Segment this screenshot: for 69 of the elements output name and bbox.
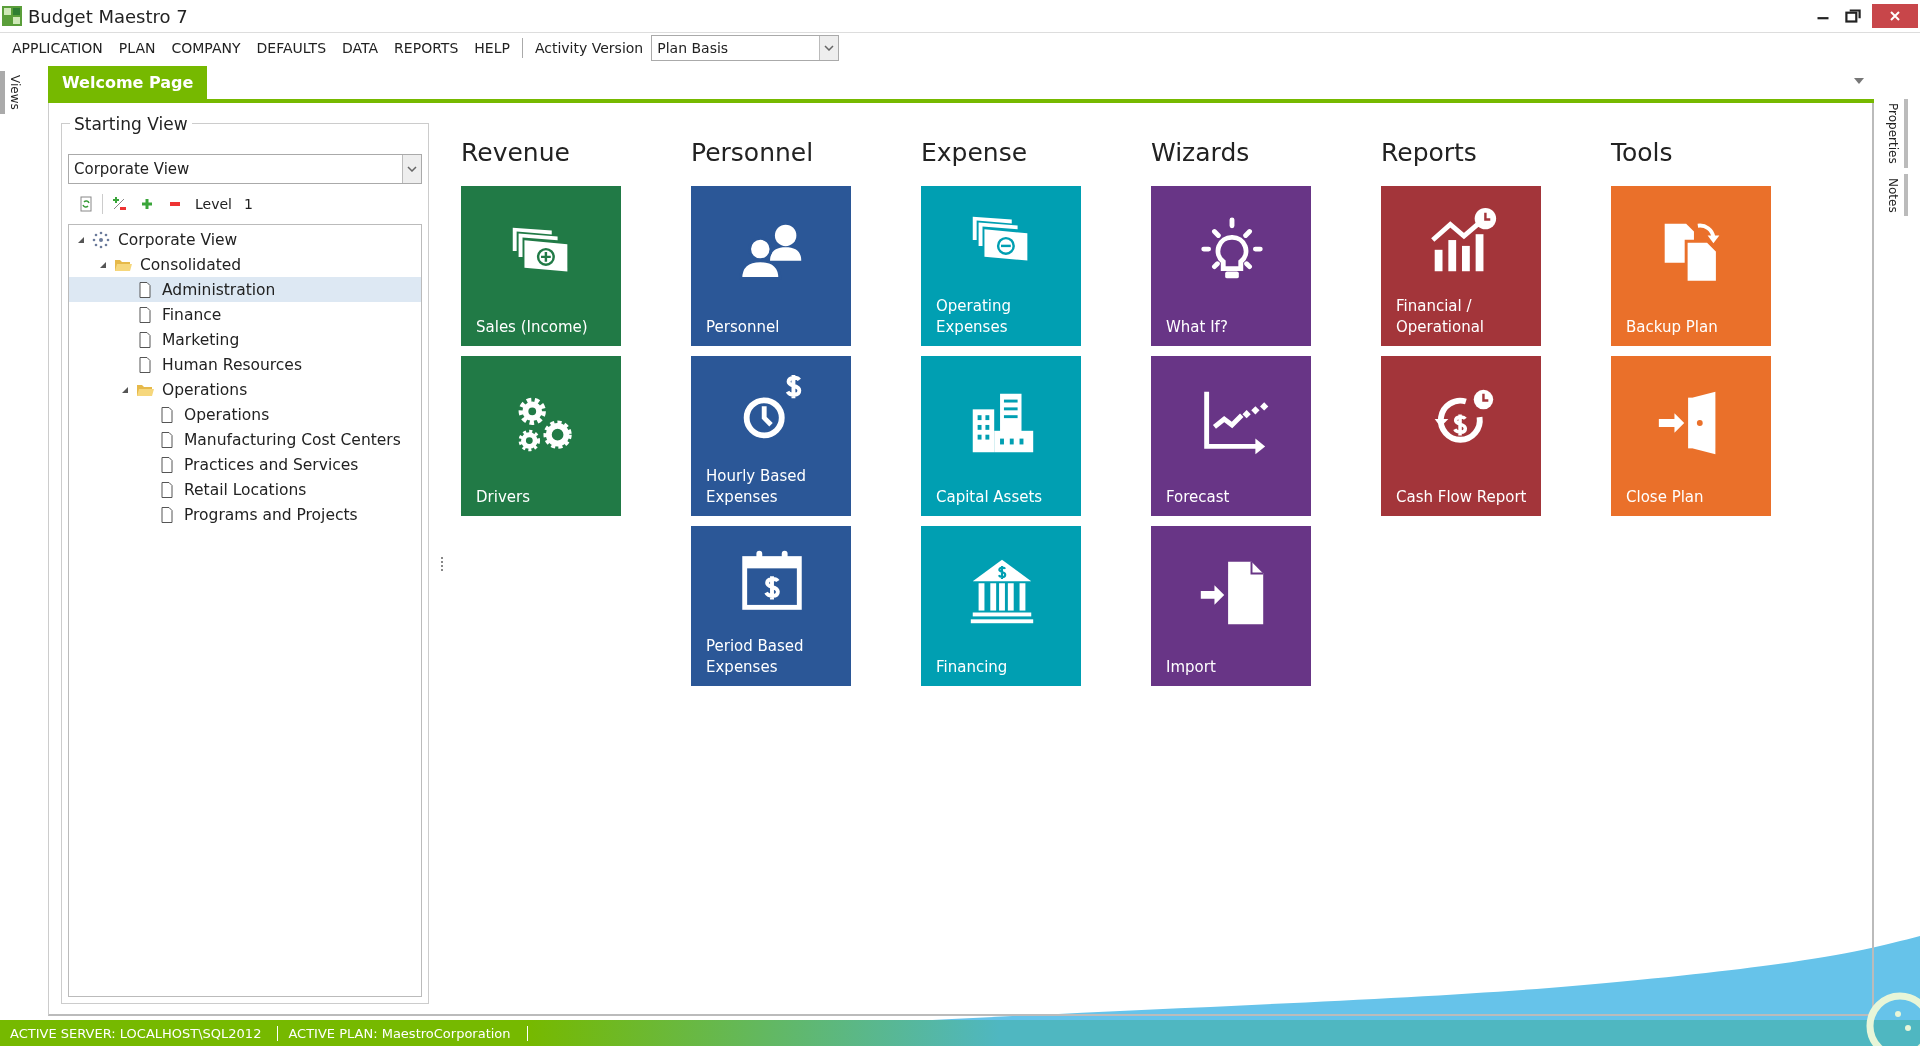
expander-icon[interactable]	[77, 235, 85, 244]
group-title: Starting View	[70, 114, 192, 134]
group-heading: Personnel	[691, 138, 815, 169]
group-heading: Expense	[921, 138, 1029, 169]
tile-button[interactable]: Import	[1151, 526, 1311, 686]
menu-item[interactable]: APPLICATION	[4, 40, 111, 56]
document-icon	[158, 480, 176, 499]
plus-icon[interactable]	[139, 196, 155, 212]
tile-button[interactable]: What If?	[1151, 186, 1311, 346]
tile-button[interactable]: Drivers	[461, 356, 621, 516]
group-heading: Reports	[1381, 138, 1478, 169]
window-title: Budget Maestro 7	[28, 5, 188, 27]
expander-icon[interactable]	[99, 260, 107, 269]
tile-button[interactable]: Forecast	[1151, 356, 1311, 516]
document-icon	[136, 280, 154, 299]
chevron-down-icon	[824, 45, 835, 51]
menu-item[interactable]: HELP	[466, 40, 518, 56]
tree-item[interactable]: Programs and Projects	[69, 502, 421, 527]
tile-button[interactable]: Sales (Income)	[461, 186, 621, 346]
activity-version-label: Activity Version	[533, 40, 645, 56]
tree-item[interactable]: Administration	[69, 277, 421, 302]
views-side-tab[interactable]: Views	[0, 71, 22, 114]
expand-collapse-icon[interactable]	[111, 196, 127, 212]
dropdown-arrow-icon[interactable]	[1854, 78, 1864, 84]
tree-item[interactable]: Marketing	[69, 327, 421, 352]
app-logo-icon	[2, 6, 22, 26]
tile-button[interactable]: Financial / Operational	[1381, 186, 1541, 346]
chevron-down-icon	[407, 166, 417, 172]
tree-item[interactable]: Finance	[69, 302, 421, 327]
side-tab[interactable]: Notes	[1886, 173, 1908, 217]
tree-item[interactable]: Operations	[69, 402, 421, 427]
document-icon	[158, 405, 176, 424]
document-icon	[136, 355, 154, 374]
menu-item[interactable]: PLAN	[110, 40, 164, 56]
tile-button[interactable]: Personnel	[691, 186, 851, 346]
expander-icon[interactable]	[121, 385, 129, 394]
menu-item[interactable]: DATA	[334, 40, 387, 56]
status-text: ACTIVE SERVER: LOCALHOST\SQL2012	[0, 1025, 279, 1041]
tree-item[interactable]: Human Resources	[69, 352, 421, 377]
tree-item[interactable]: Manufacturing Cost Centers	[69, 427, 421, 452]
activity-version-dropdown[interactable]: Plan Basis	[651, 35, 840, 61]
group-heading: Tools	[1611, 138, 1674, 169]
group-heading: Revenue	[461, 138, 571, 169]
tree-item[interactable]: Corporate View	[69, 227, 421, 252]
menu-item[interactable]: COMPANY	[163, 40, 249, 56]
tree-item[interactable]: Practices and Services	[69, 452, 421, 477]
menu-item[interactable]: REPORTS	[386, 40, 467, 56]
tile-button[interactable]: Hourly Based Expenses	[691, 356, 851, 516]
document-icon	[158, 505, 176, 524]
starting-view-dropdown[interactable]: Corporate View	[68, 154, 422, 184]
side-tab[interactable]: Properties	[1886, 99, 1908, 168]
close-button[interactable]	[1872, 4, 1918, 28]
tree-item[interactable]: Retail Locations	[69, 477, 421, 502]
tree-item[interactable]: Operations	[69, 377, 421, 402]
refresh-icon[interactable]	[78, 196, 94, 212]
document-icon	[158, 430, 176, 449]
document-icon	[136, 305, 154, 324]
group-heading: Wizards	[1151, 138, 1251, 169]
tree-item[interactable]: Consolidated	[69, 252, 421, 277]
document-icon	[136, 330, 154, 349]
level-label: Level	[195, 196, 232, 212]
splitter-grip[interactable]	[441, 556, 446, 571]
network-icon	[92, 230, 110, 249]
level-value: 1	[243, 196, 253, 212]
menu-item[interactable]: DEFAULTS	[248, 40, 335, 56]
status-text: ACTIVE PLAN: MaestroCorporation	[278, 1025, 528, 1041]
tile-button[interactable]: Cash Flow Report	[1381, 356, 1541, 516]
tile-button[interactable]: Period Based Expenses	[691, 526, 851, 686]
document-icon	[158, 455, 176, 474]
